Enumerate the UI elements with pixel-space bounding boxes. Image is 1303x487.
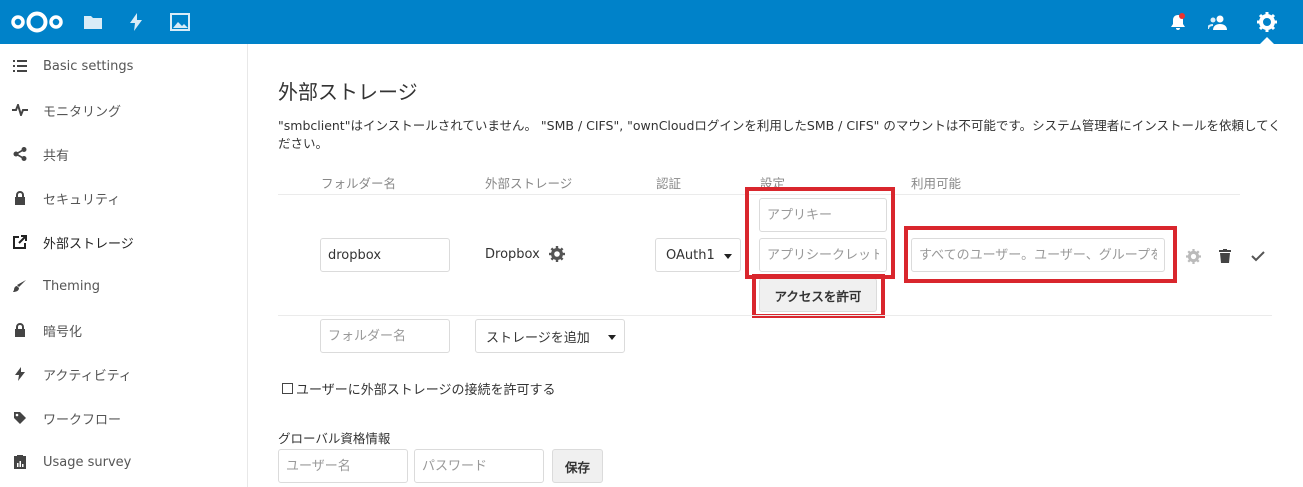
sidebar-item-label: Basic settings — [43, 58, 134, 74]
brush-icon — [10, 276, 30, 296]
global-username-input[interactable] — [278, 449, 408, 483]
allow-user-mount-checkbox[interactable] — [282, 383, 293, 394]
lightning-icon — [10, 364, 30, 384]
nextcloud-logo-icon[interactable] — [8, 10, 66, 34]
sidebar-item-label: 外部ストレージ — [43, 236, 134, 252]
table-row-divider — [278, 315, 1272, 316]
mount-options-gear-icon[interactable] — [1184, 247, 1202, 265]
gallery-icon[interactable] — [168, 10, 192, 34]
smbclient-warning: "smbclient"はインストールされていません。 "SMB / CIFS",… — [278, 118, 1281, 151]
folder-name-input[interactable] — [320, 238, 450, 272]
sidebar-item-security[interactable]: セキュリティ — [0, 176, 247, 220]
sidebar-item-label: 暗号化 — [43, 324, 83, 340]
contacts-icon[interactable] — [1206, 10, 1230, 34]
lock-icon — [10, 188, 30, 208]
column-header-folder-name: フォルダー名 — [321, 176, 397, 191]
notifications-icon[interactable] — [1166, 10, 1190, 34]
sidebar-item-sharing[interactable]: 共有 — [0, 132, 247, 176]
column-header-available-for: 利用可能 — [911, 176, 962, 191]
sidebar-item-encryption[interactable]: 暗号化 — [0, 308, 247, 352]
external-storage-section: 外部ストレージ "smbclient"はインストールされていません。 "SMB … — [249, 44, 1303, 487]
sidebar-item-label: 共有 — [43, 148, 70, 164]
sidebar-item-label: セキュリティ — [43, 192, 121, 208]
save-checkmark-icon[interactable] — [1249, 247, 1267, 265]
add-storage-select[interactable]: ストレージを追加 — [475, 319, 625, 353]
sidebar-item-label: Usage survey — [43, 454, 132, 470]
settings-sidebar: Basic settings モニタリング 共有 セキュリティ 外部ストレージ … — [0, 44, 248, 487]
sidebar-item-activity[interactable]: アクティビティ — [0, 352, 247, 396]
pulse-icon — [10, 100, 30, 120]
survey-icon — [10, 452, 30, 472]
lock-icon — [10, 320, 30, 340]
allow-user-mount-option[interactable]: ユーザーに外部ストレージの接続を許可する — [282, 379, 555, 398]
share-icon — [10, 144, 30, 164]
column-header-authentication: 認証 — [656, 176, 682, 191]
settings-gear-icon[interactable] — [1255, 10, 1279, 34]
header-bar — [0, 0, 1303, 44]
chevron-down-icon — [608, 335, 616, 340]
highlight-available-field — [904, 226, 1177, 283]
external-link-icon — [10, 232, 30, 252]
sidebar-item-workflow[interactable]: ワークフロー — [0, 396, 247, 440]
tag-icon — [10, 408, 30, 428]
allow-user-mount-label: ユーザーに外部ストレージの接続を許可する — [296, 383, 556, 398]
delete-trash-icon[interactable] — [1216, 247, 1234, 265]
files-icon[interactable] — [81, 10, 105, 34]
auth-method-value: OAuth1 — [666, 247, 715, 263]
global-password-input[interactable] — [414, 449, 544, 483]
activity-icon[interactable] — [124, 10, 148, 34]
sidebar-item-label: Theming — [43, 278, 100, 294]
list-icon — [10, 56, 30, 76]
auth-method-select[interactable]: OAuth1 — [655, 238, 741, 272]
global-credentials-title: グローバル資格情報 — [278, 431, 391, 446]
sidebar-item-label: アクティビティ — [43, 368, 132, 384]
sidebar-item-usage-survey[interactable]: Usage survey — [0, 440, 247, 484]
column-header-external-storage: 外部ストレージ — [485, 176, 573, 191]
sidebar-item-theming[interactable]: Theming — [0, 264, 247, 308]
sidebar-item-label: モニタリング — [43, 104, 122, 120]
sidebar-item-basic-settings[interactable]: Basic settings — [0, 44, 247, 88]
chevron-down-icon — [724, 254, 732, 259]
save-credentials-button[interactable]: 保存 — [552, 449, 603, 483]
sidebar-item-external-storage[interactable]: 外部ストレージ — [0, 220, 247, 264]
storage-backend-label: Dropbox — [485, 247, 540, 262]
highlight-grant-access-button — [752, 274, 885, 318]
add-storage-value: ストレージを追加 — [486, 330, 590, 346]
highlight-config-fields — [745, 187, 895, 279]
sidebar-item-label: ワークフロー — [43, 412, 122, 428]
active-menu-indicator-icon — [1260, 37, 1274, 44]
storage-options-gear-icon[interactable] — [548, 245, 566, 263]
new-folder-name-input[interactable] — [320, 319, 450, 353]
sidebar-item-monitoring[interactable]: モニタリング — [0, 88, 247, 132]
page-title: 外部ストレージ — [278, 80, 418, 104]
